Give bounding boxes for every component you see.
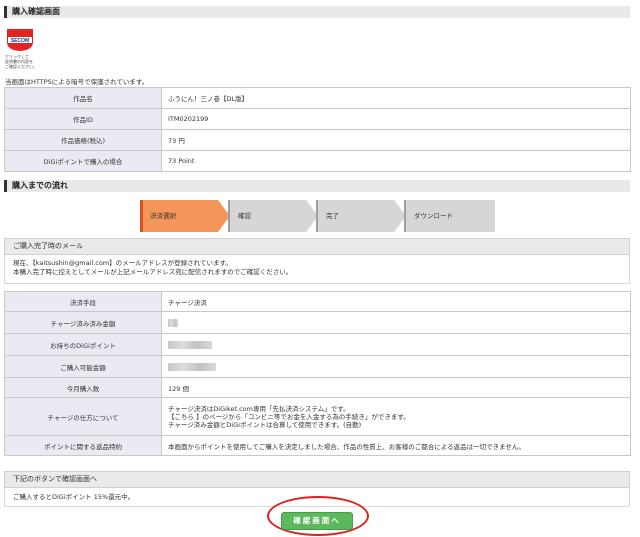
table-row: ご購入可能金額: [4, 355, 631, 378]
table-row: ポイントに関する返品特約 本画面からポイントを使用してご購入を決定しました場合、…: [4, 435, 631, 456]
monthly-count-label: 今月購入数: [4, 377, 162, 398]
mail-panel-title: ご購入完了時のメール: [4, 238, 630, 255]
flow-title-text: 購入までの流れ: [12, 181, 68, 190]
payment-method-label: 決済手段: [4, 291, 162, 312]
charge-method-label: チャージの仕方について: [4, 397, 162, 436]
product-name-label: 作品名: [4, 87, 162, 109]
point-price-label: DiGiポイントで購入の場合: [4, 150, 162, 172]
step-download: ダウンロード: [404, 200, 495, 232]
points-rebate-note: ご購入するとDiGiポイント 15%還元中。: [13, 493, 135, 501]
table-row: 作品価格(税込) 73 円: [4, 129, 631, 151]
available-amount-value: [161, 355, 631, 378]
point-price-value: 73 Point: [161, 150, 631, 172]
charge-line-3: チャージ済み金額とDiGiポイントは合算して使用できます。(自動): [168, 420, 362, 429]
step-confirm: 確認: [228, 200, 318, 232]
bottom-panel-title: 下記のボタンで確認画面へ: [4, 471, 630, 488]
step-payment-select: 決済選択: [140, 200, 230, 232]
redacted-value: [168, 362, 216, 371]
step-label: 決済選択: [150, 212, 176, 220]
payment-method-value: チャージ決済: [161, 291, 631, 312]
mail-panel-body: 現在、【kaitsushin@gmail.com】のメールアドレスが登録されてい…: [4, 255, 630, 284]
digi-points-value: [161, 333, 631, 356]
mail-panel-title-text: ご購入完了時のメール: [13, 242, 83, 250]
payment-table: 決済手段 チャージ決済 チャージ済み済み金額 お持ちのDiGiポイント ご購入可…: [4, 291, 631, 456]
table-row: 今月購入数 129 個: [4, 377, 631, 398]
charge-method-value: チャージ決済はDiGiket.com専用「先払決済システム」です。 【こちら 】…: [161, 397, 631, 436]
charged-amount-value: [161, 311, 631, 334]
mail-line-2: 本購入完了時に控えとしてメールが上記メールアドレス宛に配信されますのでご確認くだ…: [13, 268, 293, 276]
step-complete: 完了: [316, 200, 406, 232]
secom-caption-3: ご確認ください。: [5, 64, 37, 69]
https-note: 当画面はHTTPSによる暗号で保護されています。: [5, 78, 149, 86]
step-label: 確認: [238, 212, 251, 220]
product-id-value: ITM0202199: [161, 108, 631, 130]
page-title: 購入確認画面: [4, 6, 630, 18]
digi-points-label: お持ちのDiGiポイント: [4, 333, 162, 356]
table-row: チャージの仕方について チャージ決済はDiGiket.com専用「先払決済システ…: [4, 397, 631, 436]
secom-caption: クリックして 証明書の内容を ご確認ください。: [5, 54, 39, 69]
bottom-panel-title-text: 下記のボタンで確認画面へ: [13, 475, 97, 483]
page-title-text: 購入確認画面: [12, 7, 60, 16]
monthly-count-value: 129 個: [161, 377, 631, 398]
product-name-value: ふうにん！三ノ巻【DL版】: [161, 87, 631, 109]
table-row: 決済手段 チャージ決済: [4, 291, 631, 312]
charge-line-1: チャージ決済はDiGiket.com専用「先払決済システム」です。: [168, 404, 350, 413]
table-row: 作品ID ITM0202199: [4, 108, 631, 130]
table-row: 作品名 ふうにん！三ノ巻【DL版】: [4, 87, 631, 109]
product-id-label: 作品ID: [4, 108, 162, 130]
mail-line-1: 現在、【kaitsushin@gmail.com】のメールアドレスが登録されてい…: [13, 259, 232, 267]
secom-brand: SECOM: [11, 38, 29, 44]
table-row: お持ちのDiGiポイント: [4, 333, 631, 356]
flow-title: 購入までの流れ: [4, 180, 630, 192]
step-label: ダウンロード: [414, 212, 453, 220]
available-amount-label: ご購入可能金額: [4, 355, 162, 378]
product-table: 作品名 ふうにん！三ノ巻【DL版】 作品ID ITM0202199 作品価格(税…: [4, 87, 631, 172]
confirm-screen-button[interactable]: 確認画面へ: [281, 512, 353, 530]
points-policy-value: 本画面からポイントを使用してご購入を決定しました場合、作品の性質上、お客様のご都…: [161, 435, 631, 456]
charge-line-2[interactable]: 【こちら 】のページから「コンビニ等でお金を入金する為の手続き」ができます。: [168, 413, 624, 421]
redacted-value: [168, 318, 178, 327]
charged-amount-label: チャージ済み済み金額: [4, 311, 162, 334]
product-price-label: 作品価格(税込): [4, 129, 162, 151]
table-row: チャージ済み済み金額: [4, 311, 631, 334]
secom-seal-icon[interactable]: SECOM: [5, 28, 35, 52]
redacted-value: [168, 340, 212, 349]
secom-seal[interactable]: SECOM クリックして 証明書の内容を ご確認ください。: [5, 28, 37, 74]
purchase-steps: 決済選択 確認 完了 ダウンロード: [140, 200, 495, 232]
points-policy-label: ポイントに関する返品特約: [4, 435, 162, 456]
table-row: DiGiポイントで購入の場合 73 Point: [4, 150, 631, 172]
product-price-value: 73 円: [161, 129, 631, 151]
step-label: 完了: [326, 212, 339, 220]
